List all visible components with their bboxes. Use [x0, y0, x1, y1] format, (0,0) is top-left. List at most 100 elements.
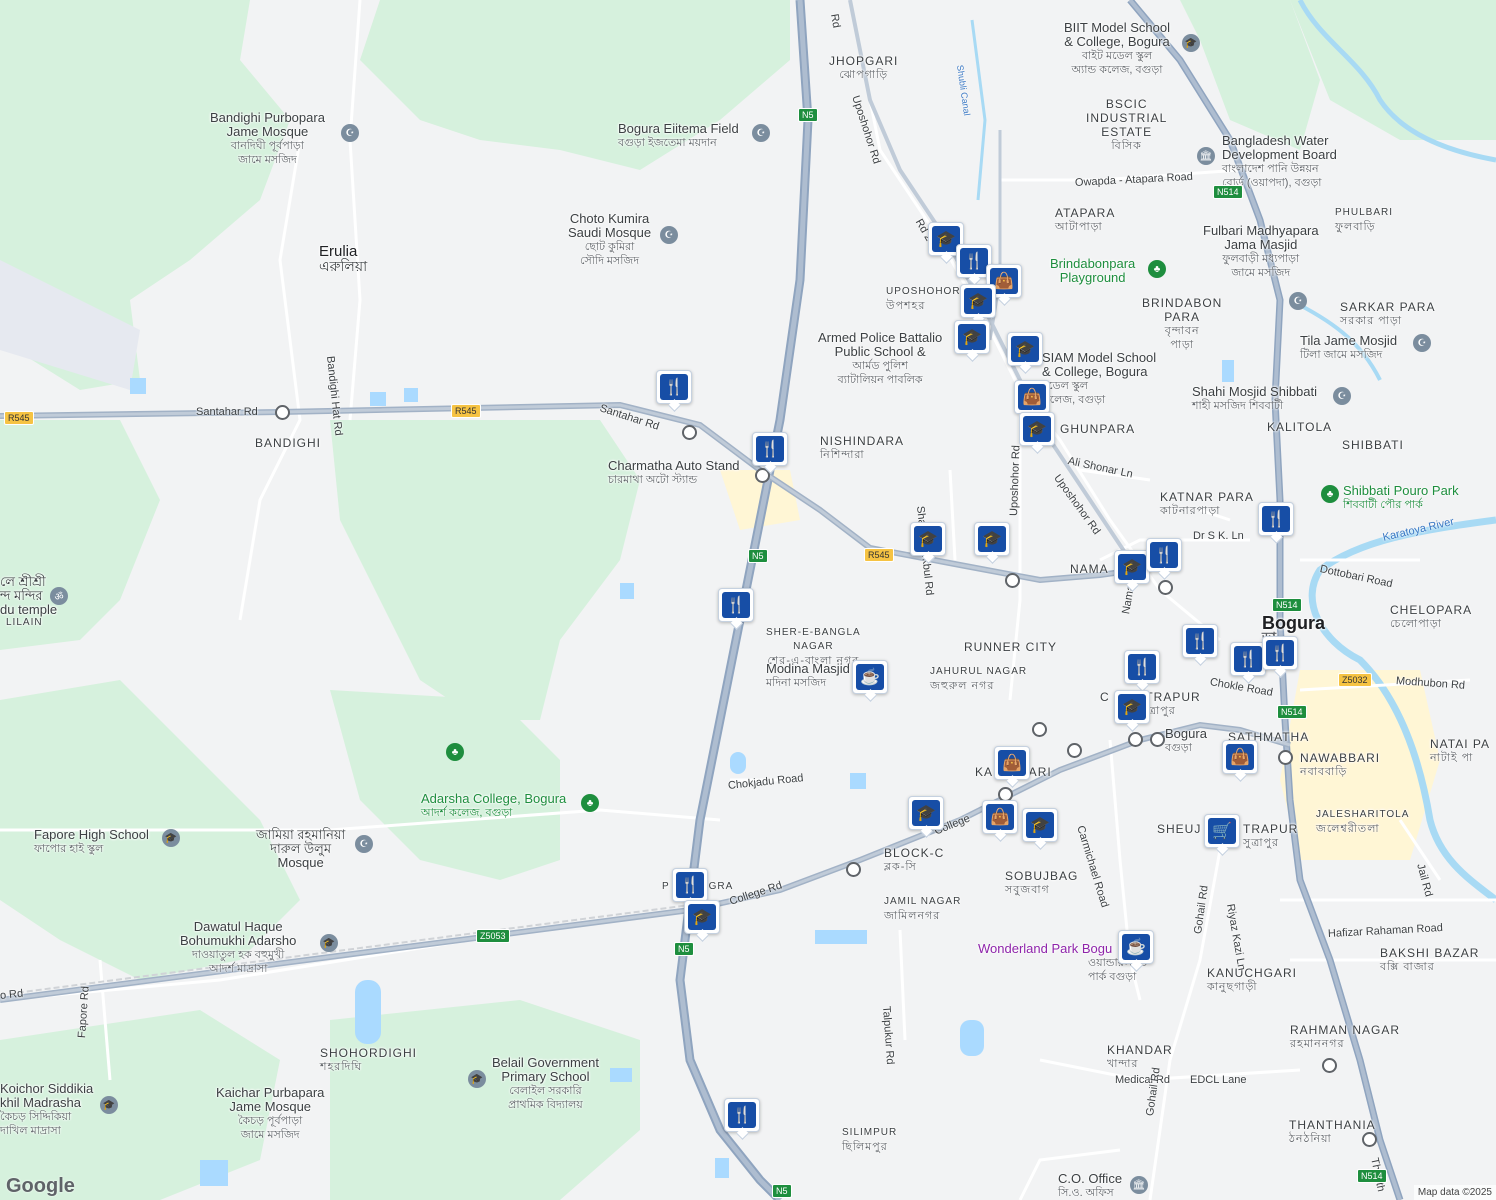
shopping-bag-icon: 👜	[1226, 744, 1254, 770]
shopping-pin[interactable]: 👜	[994, 746, 1030, 784]
school-icon[interactable]: 🎓	[468, 1070, 486, 1088]
map-canvas[interactable]: Eruliaএরুলিয়া Boguraড়া JHOPGARIঝোপগাড়…	[0, 0, 1496, 1200]
train-station-icon[interactable]	[1128, 732, 1143, 747]
school-pin[interactable]: 🎓	[1114, 550, 1150, 588]
temple-icon[interactable]: ॐ	[50, 587, 68, 605]
shield-r545: R545	[451, 404, 481, 418]
restaurant-icon: 🍴	[660, 374, 688, 400]
bus-stop-icon[interactable]	[1005, 573, 1020, 588]
mosque-icon[interactable]: ☪	[1289, 292, 1307, 310]
school-pin[interactable]: 🎓	[684, 900, 720, 938]
restaurant-icon: 🍴	[1128, 654, 1156, 680]
shield-z5053: Z5053	[476, 929, 510, 943]
mosque-icon[interactable]: ☪	[660, 226, 678, 244]
restaurant-icon: 🍴	[1150, 542, 1178, 568]
school-icon: 🎓	[1118, 554, 1146, 580]
shopping-pin[interactable]: 👜	[1222, 740, 1258, 778]
restaurant-pin[interactable]: 🍴	[752, 432, 788, 470]
shopping-bag-icon: 👜	[998, 750, 1026, 776]
bus-stop-icon[interactable]	[1278, 750, 1293, 765]
park-icon[interactable]: ♣	[1148, 260, 1166, 278]
park-icon[interactable]: ♣	[1321, 485, 1339, 503]
cafe-pin[interactable]: ☕	[1118, 930, 1154, 968]
restaurant-pin[interactable]: 🍴	[1124, 650, 1160, 688]
mosque-icon[interactable]: ☪	[1413, 334, 1431, 352]
bus-stop-icon[interactable]	[1322, 1058, 1337, 1073]
bus-stop-icon[interactable]	[1067, 743, 1082, 758]
restaurant-icon: 🍴	[676, 872, 704, 898]
bus-stop-icon[interactable]	[682, 425, 697, 440]
restaurant-icon: 🍴	[728, 1102, 756, 1128]
restaurant-pin[interactable]: 🍴	[1262, 636, 1298, 674]
restaurant-pin[interactable]: 🍴	[1146, 538, 1182, 576]
mosque-icon[interactable]: ☪	[355, 835, 373, 853]
school-pin[interactable]: 🎓	[910, 522, 946, 560]
google-logo: Google	[6, 1175, 75, 1197]
school-icon: 🎓	[688, 904, 716, 930]
shield-n5: N5	[772, 1184, 792, 1198]
shield-n514: N514	[1213, 185, 1243, 199]
restaurant-pin[interactable]: 🍴	[1230, 642, 1266, 680]
school-pin[interactable]: 🎓	[954, 320, 990, 358]
bus-stop-icon[interactable]	[1150, 732, 1165, 747]
school-icon: 🎓	[912, 800, 940, 826]
restaurant-pin[interactable]: 🍴	[724, 1098, 760, 1136]
school-pin[interactable]: 🎓	[1114, 690, 1150, 728]
park-icon[interactable]: ♣	[446, 743, 464, 761]
school-pin[interactable]: 🎓	[1022, 808, 1058, 846]
park-icon[interactable]: ♣	[581, 794, 599, 812]
school-icon: 🎓	[1011, 336, 1039, 362]
restaurant-icon: 🍴	[1266, 640, 1294, 666]
shield-r545: R545	[864, 548, 894, 562]
restaurant-icon: 🍴	[756, 436, 784, 462]
school-icon[interactable]: 🎓	[162, 829, 180, 847]
shopping-cart-icon: 🛒	[1208, 818, 1236, 844]
bus-stop-icon[interactable]	[846, 862, 861, 877]
bus-stop-icon[interactable]	[1032, 722, 1047, 737]
shield-n5: N5	[748, 549, 768, 563]
school-pin[interactable]: 🎓	[960, 284, 996, 322]
restaurant-pin[interactable]: 🍴	[656, 370, 692, 408]
bus-stop-icon[interactable]	[1158, 580, 1173, 595]
shopping-bag-icon: 👜	[1018, 384, 1046, 410]
cafe-icon: ☕	[1122, 934, 1150, 960]
shield-n5: N5	[674, 942, 694, 956]
restaurant-icon: 🍴	[1262, 506, 1290, 532]
school-icon: 🎓	[958, 324, 986, 350]
school-icon: 🎓	[964, 288, 992, 314]
government-icon[interactable]: 🏛	[1197, 147, 1215, 165]
restaurant-pin[interactable]: 🍴	[1182, 624, 1218, 662]
government-icon[interactable]: 🏛	[1130, 1176, 1148, 1194]
restaurant-icon: 🍴	[1234, 646, 1262, 672]
school-icon[interactable]: 🎓	[100, 1096, 118, 1114]
school-icon[interactable]: 🎓	[320, 934, 338, 952]
mosque-icon[interactable]: ☪	[1333, 387, 1351, 405]
grocery-pin[interactable]: 🛒	[1204, 814, 1240, 852]
shield-n514: N514	[1277, 705, 1307, 719]
shield-n514: N514	[1272, 598, 1302, 612]
school-pin[interactable]: 🎓	[908, 796, 944, 834]
restaurant-pin[interactable]: 🍴	[1258, 502, 1294, 540]
school-icon: 🎓	[1118, 694, 1146, 720]
shopping-bag-icon: 👜	[986, 804, 1014, 830]
restaurant-icon: 🍴	[960, 248, 988, 274]
school-icon[interactable]: 🎓	[1182, 34, 1200, 52]
shield-z5032: Z5032	[1338, 673, 1372, 687]
shield-r545: R545	[4, 411, 34, 425]
bus-stop-icon[interactable]	[1362, 1132, 1377, 1147]
cafe-icon: ☕	[856, 664, 884, 690]
mosque-icon[interactable]: ☪	[341, 124, 359, 142]
shield-n514: N514	[1357, 1169, 1387, 1183]
mosque-icon[interactable]: ☪	[752, 124, 770, 142]
map-attribution[interactable]: Map data ©2025	[1413, 1185, 1496, 1200]
school-icon: 🎓	[1026, 812, 1054, 838]
cafe-pin[interactable]: ☕	[852, 660, 888, 698]
school-pin[interactable]: 🎓	[1007, 332, 1043, 370]
restaurant-icon: 🍴	[1186, 628, 1214, 654]
bus-stop-icon[interactable]	[275, 405, 290, 420]
school-icon: 🎓	[914, 526, 942, 552]
restaurant-pin[interactable]: 🍴	[718, 588, 754, 626]
school-pin[interactable]: 🎓	[1019, 412, 1055, 450]
school-pin[interactable]: 🎓	[974, 522, 1010, 560]
shopping-pin[interactable]: 👜	[982, 800, 1018, 838]
